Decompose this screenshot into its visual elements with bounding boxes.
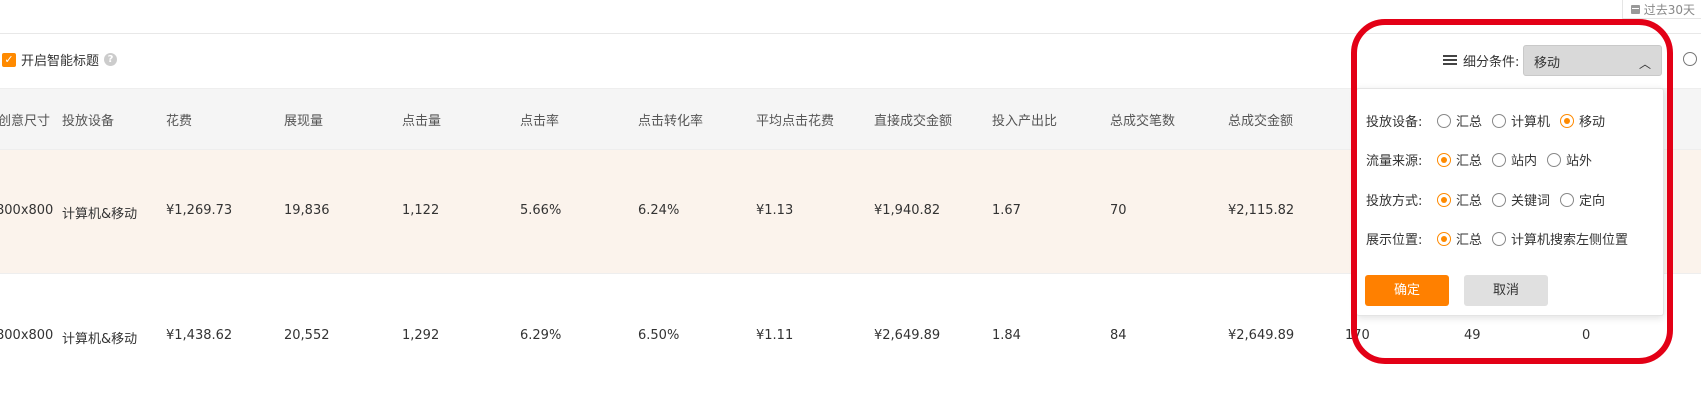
table-cell: 800x800: [0, 203, 54, 218]
table-cell: 1,122: [402, 203, 440, 218]
column-header[interactable]: 投入产出比: [992, 110, 1057, 129]
table-cell: 84: [1110, 328, 1127, 343]
table-cell: 1.84: [992, 328, 1021, 343]
column-header[interactable]: 创意尺寸: [0, 110, 50, 129]
table-cell: ¥1.13: [756, 203, 794, 218]
date-range-picker[interactable]: 过去30天: [1621, 0, 1701, 19]
highlight-annotation: [1351, 19, 1673, 364]
table-cell: ¥2,115.82: [1228, 203, 1295, 218]
checkbox-checked-icon[interactable]: ✓: [2, 52, 16, 67]
table-cell: 计算机&移动: [62, 207, 138, 222]
table-cell: 1,292: [402, 328, 440, 343]
table-cell: 70: [1110, 203, 1127, 218]
table-cell: 1.67: [992, 203, 1021, 218]
table-cell: ¥1.11: [756, 328, 794, 343]
column-header[interactable]: 平均点击花费: [756, 110, 834, 129]
table-cell: ¥1,438.62: [166, 328, 233, 343]
column-header[interactable]: 点击转化率: [638, 110, 703, 129]
calendar-icon: [1630, 4, 1640, 14]
table-cell: ¥1,940.82: [874, 203, 941, 218]
column-header[interactable]: 直接成交金额: [874, 110, 952, 129]
column-header[interactable]: 总成交金额: [1228, 110, 1293, 129]
column-header[interactable]: 点击率: [520, 110, 559, 129]
table-cell: 计算机&移动: [62, 332, 138, 347]
column-header[interactable]: 点击量: [402, 110, 441, 129]
table-cell: 19,836: [284, 203, 330, 218]
gear-icon[interactable]: [1683, 52, 1697, 66]
help-icon[interactable]: ?: [104, 53, 118, 66]
smart-title-label: 开启智能标题: [21, 54, 100, 69]
column-header[interactable]: 投放设备: [62, 110, 114, 129]
table-cell: 20,552: [284, 328, 330, 343]
column-header[interactable]: 花费: [166, 110, 192, 129]
table-cell: ¥2,649.89: [874, 328, 941, 343]
column-header[interactable]: 总成交笔数: [1110, 110, 1175, 129]
table-cell: 6.50%: [638, 328, 680, 343]
table-cell: 5.66%: [520, 203, 562, 218]
smart-title-toggle[interactable]: ✓ 开启智能标题 ?: [2, 50, 118, 69]
table-cell: 6.29%: [520, 328, 562, 343]
table-cell: 800x800: [0, 328, 54, 343]
table-cell: 6.24%: [638, 203, 680, 218]
table-cell: ¥1,269.73: [166, 203, 233, 218]
date-range-label: 过去30天: [1643, 2, 1695, 17]
column-header[interactable]: 展现量: [284, 110, 323, 129]
table-cell: ¥2,649.89: [1228, 328, 1295, 343]
